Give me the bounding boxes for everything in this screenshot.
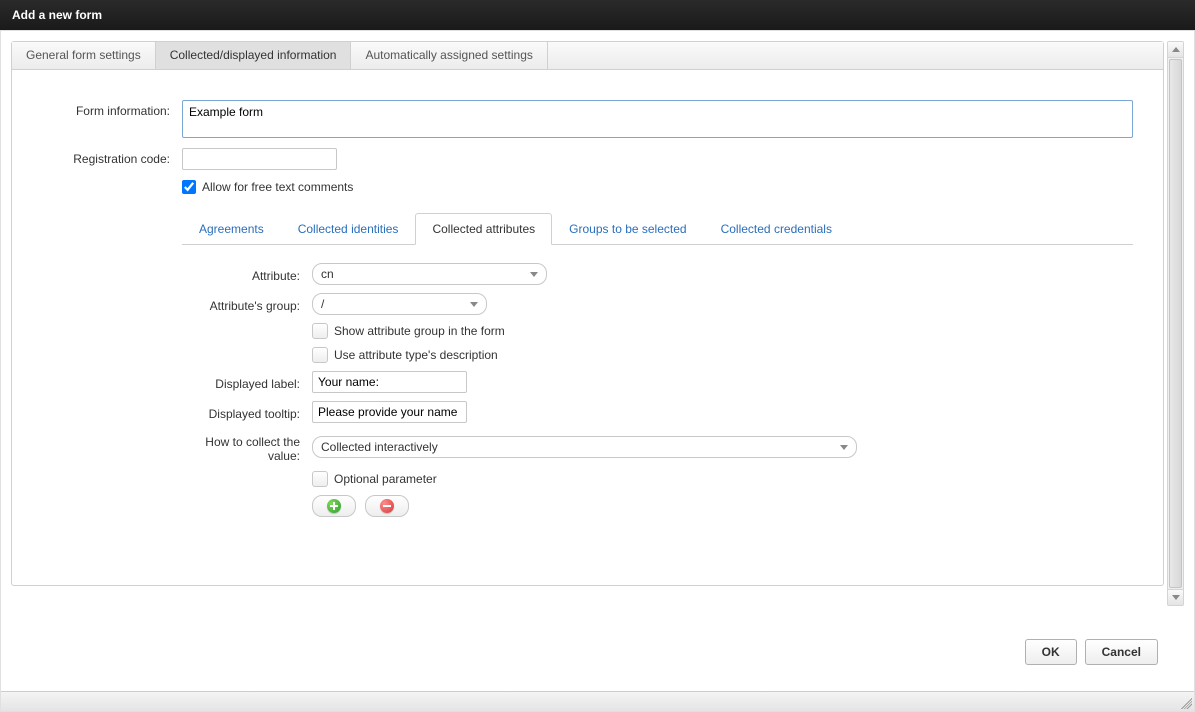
displayed-label-input[interactable] (312, 371, 467, 393)
vertical-scrollbar[interactable] (1167, 41, 1184, 606)
resize-grip-icon[interactable] (1178, 695, 1192, 709)
subtab-groups-selected[interactable]: Groups to be selected (552, 213, 703, 245)
label-attribute: Attribute: (182, 265, 312, 283)
label-how-to-collect: How to collect the value: (182, 431, 312, 463)
subtab-collected-identities[interactable]: Collected identities (281, 213, 416, 245)
main-tabs: General form settings Collected/displaye… (12, 42, 1163, 70)
attribute-select-value: cn (321, 267, 334, 281)
ok-button[interactable]: OK (1025, 639, 1077, 665)
label-allow-free-text: Allow for free text comments (202, 180, 353, 194)
chevron-down-icon (840, 445, 848, 450)
add-button[interactable] (312, 495, 356, 517)
chevron-down-icon (1172, 595, 1180, 600)
tab-collected-displayed[interactable]: Collected/displayed information (156, 42, 352, 69)
attribute-group-select[interactable]: / (312, 293, 487, 315)
scroll-down-button[interactable] (1168, 589, 1183, 605)
use-type-description-checkbox[interactable] (312, 347, 328, 363)
dialog-buttons: OK Cancel (1025, 639, 1158, 665)
label-registration-code: Registration code: (42, 148, 182, 166)
label-optional-parameter: Optional parameter (334, 472, 437, 486)
show-attribute-group-checkbox[interactable] (312, 323, 328, 339)
dialog-body: General form settings Collected/displaye… (0, 30, 1195, 712)
scroll-area: General form settings Collected/displaye… (11, 41, 1164, 606)
registration-code-input[interactable] (182, 148, 337, 170)
attribute-select[interactable]: cn (312, 263, 547, 285)
displayed-tooltip-input[interactable] (312, 401, 467, 423)
chevron-up-icon (1172, 47, 1180, 52)
main-panel: General form settings Collected/displaye… (11, 41, 1164, 586)
how-to-collect-value: Collected interactively (321, 440, 438, 454)
how-to-collect-select[interactable]: Collected interactively (312, 436, 857, 458)
label-attribute-group: Attribute's group: (182, 295, 312, 313)
scroll-thumb[interactable] (1169, 59, 1182, 588)
remove-button[interactable] (365, 495, 409, 517)
chevron-down-icon (470, 302, 478, 307)
label-use-type-description: Use attribute type's description (334, 348, 498, 362)
label-displayed-label: Displayed label: (182, 373, 312, 391)
attribute-group-select-value: / (321, 297, 324, 311)
tab-general-settings[interactable]: General form settings (12, 42, 156, 69)
titlebar: Add a new form (0, 0, 1195, 30)
label-form-information: Form information: (42, 100, 182, 118)
minus-icon (380, 499, 394, 513)
chevron-down-icon (530, 272, 538, 277)
plus-icon (327, 499, 341, 513)
label-displayed-tooltip: Displayed tooltip: (182, 403, 312, 421)
tab-auto-assigned[interactable]: Automatically assigned settings (351, 42, 547, 69)
attribute-form: Attribute: cn Attribute's group: / (182, 245, 1133, 517)
allow-free-text-checkbox[interactable] (182, 180, 196, 194)
tab-content: Form information: <span></span> Registra… (12, 70, 1163, 555)
subtab-collected-credentials[interactable]: Collected credentials (704, 213, 849, 245)
cancel-button[interactable]: Cancel (1085, 639, 1158, 665)
form-information-input[interactable]: <span></span> (182, 100, 1133, 138)
scroll-up-button[interactable] (1168, 42, 1183, 58)
status-bar (1, 691, 1194, 711)
optional-parameter-checkbox[interactable] (312, 471, 328, 487)
subtab-agreements[interactable]: Agreements (182, 213, 281, 245)
label-show-attribute-group: Show attribute group in the form (334, 324, 505, 338)
window-title: Add a new form (12, 8, 102, 22)
subtab-collected-attributes[interactable]: Collected attributes (415, 213, 552, 245)
subtabs: Agreements Collected identities Collecte… (182, 212, 1133, 245)
